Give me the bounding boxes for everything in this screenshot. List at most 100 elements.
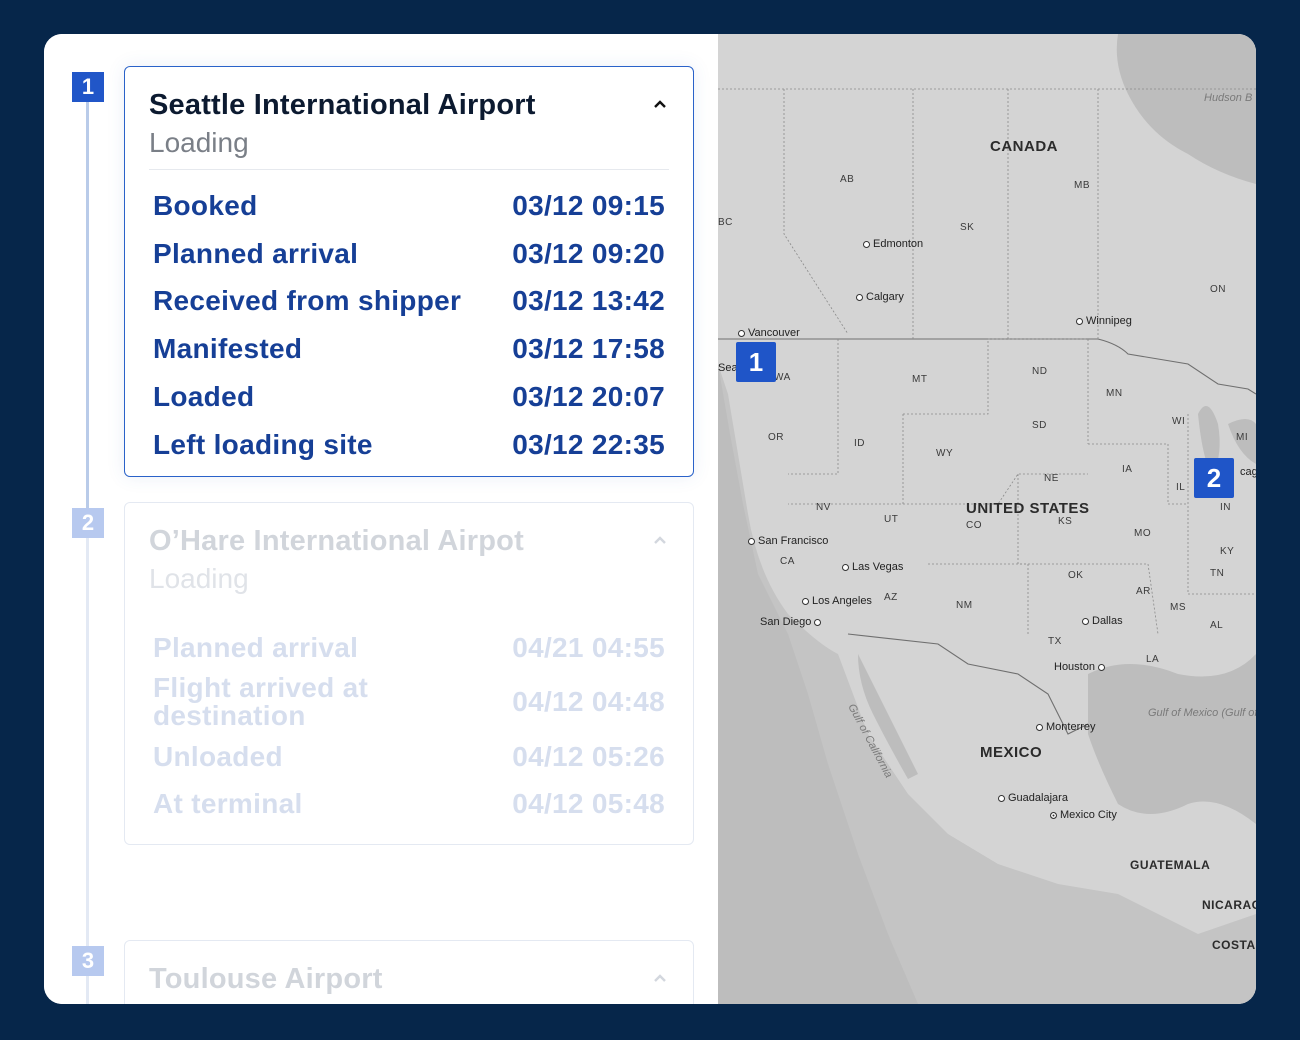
map-region-label: IN xyxy=(1220,502,1231,513)
stop-title: Seattle International Airport xyxy=(149,89,536,121)
step-badge-3[interactable]: 3 xyxy=(72,946,104,976)
map-region-label: ND xyxy=(1032,366,1048,377)
stop-title: Toulouse Airport xyxy=(149,963,383,995)
map-region-label: CO xyxy=(966,520,982,531)
map-water-label: Gulf of Mexico (Gulf of America) xyxy=(1148,707,1256,719)
map-region-label: TX xyxy=(1048,636,1062,647)
city-dallas: Dallas xyxy=(1082,615,1123,627)
map-pin-stop-2[interactable]: 2 xyxy=(1194,458,1234,498)
city-winnipeg: Winnipeg xyxy=(1076,315,1132,327)
event-label: Planned arrival xyxy=(153,631,359,663)
city-mexico-city: Mexico City xyxy=(1050,809,1117,821)
step-badge-1[interactable]: 1 xyxy=(72,72,104,102)
map-region-label: AL xyxy=(1210,620,1224,631)
event-time: 03/12 22:35 xyxy=(512,428,665,460)
map-region-label: KY xyxy=(1220,546,1235,557)
map-region-label: AB xyxy=(840,174,855,185)
map-region-label: MT xyxy=(912,374,928,385)
map-region-label: ID xyxy=(854,438,865,449)
map-region-label: IA xyxy=(1122,464,1133,475)
stop-title: O’Hare International Airpot xyxy=(149,525,524,557)
event-row: Left loading site 03/12 22:35 xyxy=(153,421,665,469)
event-time: 04/12 04:48 xyxy=(512,686,665,718)
event-label: Flight arrived at destination xyxy=(153,672,369,732)
event-label: Booked xyxy=(153,189,258,221)
event-time: 03/12 13:42 xyxy=(512,285,665,317)
map-region-label: CA xyxy=(780,556,795,567)
stop-subtitle: Loading xyxy=(149,127,249,158)
chevron-up-icon[interactable] xyxy=(653,533,667,547)
map-region-label: SD xyxy=(1032,420,1047,431)
event-label: Loaded xyxy=(153,381,255,413)
city-houston: Houston xyxy=(1054,661,1108,673)
city-guadalajara: Guadalajara xyxy=(998,792,1068,804)
event-time: 03/12 17:58 xyxy=(512,333,665,365)
event-row: Planned arrival 03/12 09:20 xyxy=(153,230,665,278)
event-time: 03/12 09:15 xyxy=(512,189,665,221)
map-country-label: GUATEMALA xyxy=(1130,858,1211,872)
city-monterrey: Monterrey xyxy=(1036,721,1096,733)
map-region-label: KS xyxy=(1058,516,1073,527)
event-row: Flight arrived at destination 04/12 04:4… xyxy=(153,672,665,733)
event-time: 03/12 20:07 xyxy=(512,381,665,413)
city-edmonton: Edmonton xyxy=(863,238,923,250)
map-region-label: NV xyxy=(816,502,831,513)
event-time: 04/12 05:48 xyxy=(512,788,665,820)
map-region-label: MS xyxy=(1170,602,1186,613)
map-region-label: AZ xyxy=(884,592,898,603)
map-water-label: Hudson B xyxy=(1204,92,1253,104)
stop-card-seattle[interactable]: Seattle International Airport Loading Bo… xyxy=(124,66,694,477)
city-san-diego: San Diego xyxy=(760,616,824,628)
route-map[interactable]: Hudson B CANADA AB SK MB ON BC Edmonton … xyxy=(718,34,1256,1004)
chevron-up-icon[interactable] xyxy=(653,971,667,985)
event-list: Booked 03/12 09:15 Planned arrival 03/12… xyxy=(125,170,693,483)
map-region-label: UT xyxy=(884,514,899,525)
event-row: Manifested 03/12 17:58 xyxy=(153,325,665,373)
event-row: Unloaded 04/12 05:26 xyxy=(153,733,665,781)
map-country-label: MEXICO xyxy=(980,744,1043,761)
event-time: 04/12 05:26 xyxy=(512,740,665,772)
event-row: Planned arrival 04/21 04:55 xyxy=(153,624,665,672)
map-region-label: IL xyxy=(1176,482,1186,493)
city-calgary: Calgary xyxy=(856,291,904,303)
step-badge-2[interactable]: 2 xyxy=(72,508,104,538)
stop-card-ohare[interactable]: O’Hare International Airpot Loading Plan… xyxy=(124,502,694,845)
map-region-label: BC xyxy=(718,217,733,228)
map-pin-stop-1[interactable]: 1 xyxy=(736,342,776,382)
map-country-label: NICARAG xyxy=(1202,898,1256,912)
event-row: At terminal 04/12 05:48 xyxy=(153,781,665,829)
app-frame: 1 2 3 Seattle International Airport Load… xyxy=(44,34,1256,1004)
map-region-label: WY xyxy=(936,448,954,459)
event-label: Planned arrival xyxy=(153,237,359,269)
map-region-label: ON xyxy=(1210,284,1226,295)
shipment-timeline-panel: 1 2 3 Seattle International Airport Load… xyxy=(44,34,718,1004)
event-row: Received from shipper 03/12 13:42 xyxy=(153,278,665,326)
event-time: 03/12 09:20 xyxy=(512,237,665,269)
map-region-label: LA xyxy=(1146,654,1160,665)
map-region-label: TN xyxy=(1210,568,1225,579)
map-region-label: MN xyxy=(1106,388,1123,399)
map-region-label: MI xyxy=(1236,432,1249,443)
map-region-label: WA xyxy=(774,372,791,383)
map-region-label: SK xyxy=(960,222,975,233)
map-region-label: MB xyxy=(1074,180,1090,191)
map-country-label: CANADA xyxy=(990,138,1058,155)
stop-subtitle: Loading xyxy=(149,563,249,594)
timeline-rail-faded xyxy=(86,534,89,1004)
timeline-rail-active xyxy=(86,94,89,514)
stop-card-toulouse[interactable]: Toulouse Airport xyxy=(124,940,694,1004)
city-los-angeles: Los Angeles xyxy=(802,595,872,607)
map-region-label: WI xyxy=(1172,416,1186,427)
city-vancouver: Vancouver xyxy=(738,327,800,339)
city-san-francisco: San Francisco xyxy=(748,535,828,547)
city-chicago-partial: cago xyxy=(1240,466,1256,478)
city-las-vegas: Las Vegas xyxy=(842,561,903,573)
event-label: Manifested xyxy=(153,333,303,365)
event-label: Unloaded xyxy=(153,740,283,772)
map-country-label: COSTA xyxy=(1212,938,1256,952)
event-list: Planned arrival 04/21 04:55 Flight arriv… xyxy=(125,606,693,842)
event-row: Booked 03/12 09:15 xyxy=(153,182,665,230)
chevron-up-icon[interactable] xyxy=(653,97,667,111)
map-country-label: UNITED STATES xyxy=(966,500,1090,517)
map-region-label: MO xyxy=(1134,528,1152,539)
